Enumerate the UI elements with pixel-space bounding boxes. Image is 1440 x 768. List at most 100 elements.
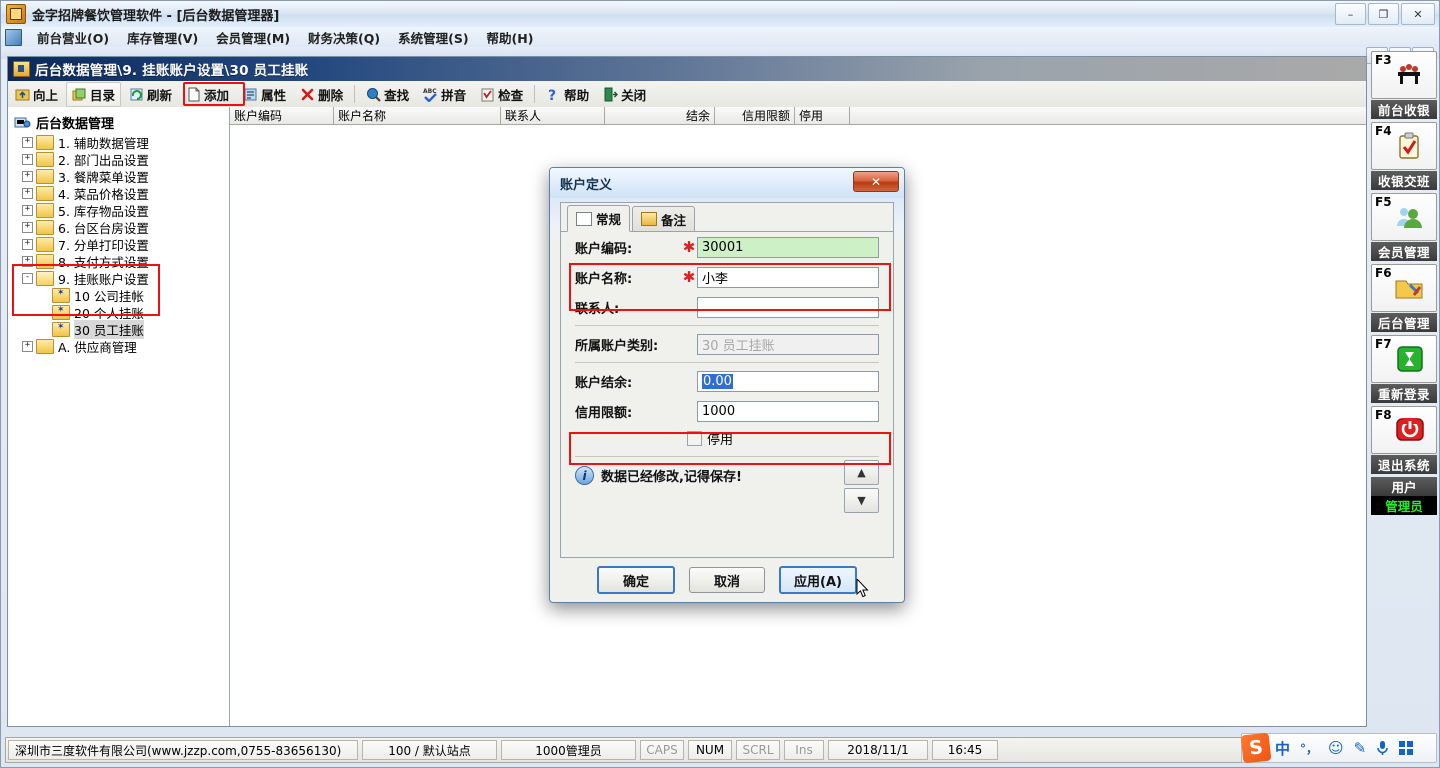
rail-button-relogin[interactable]: F7	[1371, 335, 1437, 383]
expander-plus-icon[interactable]: +	[22, 171, 33, 182]
rail-label-backoffice[interactable]: 后台管理	[1371, 313, 1437, 332]
tree-node-employee-credit[interactable]: 30 员工挂账	[14, 320, 229, 339]
expander-plus-icon[interactable]: +	[22, 188, 33, 199]
menu-item-finance[interactable]: 财务决策(Q)	[299, 26, 389, 49]
tree-node-personal-credit[interactable]: 20 个人挂账	[14, 304, 229, 321]
cancel-button[interactable]: 取消	[689, 567, 765, 593]
toolbar-separator-1	[354, 85, 356, 103]
tree-node-9-credit-accounts[interactable]: - 9. 挂账账户设置	[14, 270, 229, 287]
rail-label-members[interactable]: 会员管理	[1371, 242, 1437, 261]
menu-item-inventory[interactable]: 库存管理(V)	[118, 26, 207, 49]
column-header-balance[interactable]: 结余	[605, 107, 715, 124]
credit-limit-input[interactable]: 1000	[697, 400, 879, 422]
ok-button[interactable]: 确定	[597, 566, 675, 594]
cashier-table-icon	[1394, 60, 1424, 90]
sogou-logo-icon[interactable]: S	[1240, 732, 1272, 764]
dialog-close-icon[interactable]: ✕	[853, 171, 899, 192]
toolbox-grid-icon[interactable]	[1399, 741, 1414, 755]
page-header: 后台数据管理\9. 挂账账户设置\30 员工挂账	[8, 57, 1366, 81]
toolbar-delete-button[interactable]: 删除	[294, 82, 349, 107]
tree-node-7[interactable]: + 7. 分单打印设置	[14, 236, 229, 253]
toolbar-add-button[interactable]: 添加	[180, 82, 235, 107]
column-header-disabled[interactable]: 停用	[795, 107, 850, 124]
folder-icon	[36, 186, 54, 201]
rail-label-exit[interactable]: 退出系统	[1371, 455, 1437, 474]
tree-pane[interactable]: 后台数据管理 + 1. 辅助数据管理 + 2. 部门出品设置 + 3. 餐牌菜单…	[8, 107, 230, 726]
punctuation-icon[interactable]: °，	[1300, 740, 1318, 757]
disabled-checkbox[interactable]	[687, 430, 702, 446]
form-row-contact: 联系人:	[561, 292, 893, 322]
handwriting-pen-icon[interactable]: ✎	[1354, 739, 1367, 757]
column-header-account-name[interactable]: 账户名称	[334, 107, 501, 124]
account-code-input[interactable]: 30001	[697, 236, 879, 258]
rail-button-members[interactable]: F5	[1371, 193, 1437, 241]
expander-plus-icon[interactable]: +	[22, 239, 33, 250]
tab-general[interactable]: 常规	[567, 205, 631, 232]
rail-button-front-desk[interactable]: F3	[1371, 51, 1437, 99]
tree-node-2[interactable]: + 2. 部门出品设置	[14, 151, 229, 168]
status-scrl: SCRL	[736, 740, 780, 760]
tree-node-supplier[interactable]: + A. 供应商管理	[14, 338, 229, 355]
toolbar-inspect-button[interactable]: 检查	[474, 82, 529, 107]
rail-button-exit[interactable]: F8	[1371, 406, 1437, 454]
rail-label-shift-handover[interactable]: 收银交班	[1371, 171, 1437, 190]
toolbar-add-label: 添加	[204, 87, 230, 103]
tree-root[interactable]: 后台数据管理	[14, 113, 229, 132]
contact-input[interactable]	[697, 296, 879, 318]
tree-node-5[interactable]: + 5. 库存物品设置	[14, 202, 229, 219]
dialog-info-bar: i 数据已经修改,记得保存! ▲ ▼	[561, 460, 893, 513]
rail-button-shift-handover[interactable]: F4	[1371, 122, 1437, 170]
rail-label-relogin[interactable]: 重新登录	[1371, 384, 1437, 403]
inspect-clipboard-icon	[480, 87, 495, 102]
menu-item-front-desk[interactable]: 前台营业(O)	[28, 26, 118, 49]
tab-remarks[interactable]: 备注	[632, 206, 696, 231]
menu-item-members[interactable]: 会员管理(M)	[207, 26, 299, 49]
search-globe-icon	[366, 87, 381, 102]
microphone-icon[interactable]	[1376, 740, 1389, 756]
column-header-contact[interactable]: 联系人	[501, 107, 605, 124]
balance-input[interactable]: 0.00	[697, 370, 879, 392]
spinner-up-button[interactable]: ▲	[844, 460, 879, 485]
folder-leaf-icon	[52, 322, 70, 337]
tree-node-8[interactable]: + 8. 支付方式设置	[14, 253, 229, 270]
expander-plus-icon[interactable]: +	[22, 154, 33, 165]
toolbar-close-button[interactable]: 关闭	[597, 82, 652, 107]
toolbar-catalog-button[interactable]: 目录	[66, 81, 122, 107]
rail-label-front-desk[interactable]: 前台收银	[1371, 100, 1437, 119]
expander-plus-icon[interactable]: +	[22, 256, 33, 267]
toolbar-properties-button[interactable]: 属性	[237, 82, 292, 107]
expander-plus-icon[interactable]: +	[22, 222, 33, 233]
toolbar-refresh-button[interactable]: 刷新	[123, 82, 178, 107]
emoji-icon[interactable]: ☺	[1328, 739, 1344, 757]
tree-node-4[interactable]: + 4. 菜品价格设置	[14, 185, 229, 202]
toolbar-pinyin-button[interactable]: ABC 拼音	[417, 82, 472, 107]
toolbar: 向上 目录 刷新 添加 属性 删除 查找 ABC 拼音 检查 ? 帮助 关闭	[8, 81, 1366, 108]
toolbar-search-button[interactable]: 查找	[360, 82, 415, 107]
delete-x-icon	[300, 87, 315, 102]
menu-item-system[interactable]: 系统管理(S)	[389, 26, 477, 49]
close-button[interactable]: ✕	[1401, 3, 1435, 25]
minimize-button[interactable]: –	[1335, 3, 1366, 25]
tree-node-company-credit[interactable]: 10 公司挂帐	[14, 287, 229, 304]
tree-node-1[interactable]: + 1. 辅助数据管理	[14, 134, 229, 151]
expander-plus-icon[interactable]: +	[22, 341, 33, 352]
expander-plus-icon[interactable]: +	[22, 137, 33, 148]
expander-plus-icon[interactable]: +	[22, 205, 33, 216]
rail-button-backoffice[interactable]: F6	[1371, 264, 1437, 312]
spinner-down-button[interactable]: ▼	[844, 488, 879, 513]
apply-button[interactable]: 应用(A)	[779, 566, 857, 594]
system-menu-icon[interactable]	[5, 28, 22, 46]
toolbar-help-button[interactable]: ? 帮助	[540, 82, 595, 107]
maximize-button[interactable]: ❐	[1368, 3, 1399, 25]
label-balance: 账户结余:	[575, 375, 633, 391]
tree-node-3[interactable]: + 3. 餐牌菜单设置	[14, 168, 229, 185]
tree-node-6[interactable]: + 6. 台区台房设置	[14, 219, 229, 236]
note-icon	[641, 212, 658, 226]
column-header-credit-limit[interactable]: 信用限额	[715, 107, 795, 124]
account-name-input[interactable]: 小李	[697, 266, 879, 288]
column-header-account-code[interactable]: 账户编码	[230, 107, 334, 124]
menu-item-help[interactable]: 帮助(H)	[478, 26, 543, 49]
chinese-mode-icon[interactable]: 中	[1275, 738, 1290, 759]
toolbar-up-button[interactable]: 向上	[9, 82, 64, 107]
expander-minus-icon[interactable]: -	[22, 273, 33, 284]
